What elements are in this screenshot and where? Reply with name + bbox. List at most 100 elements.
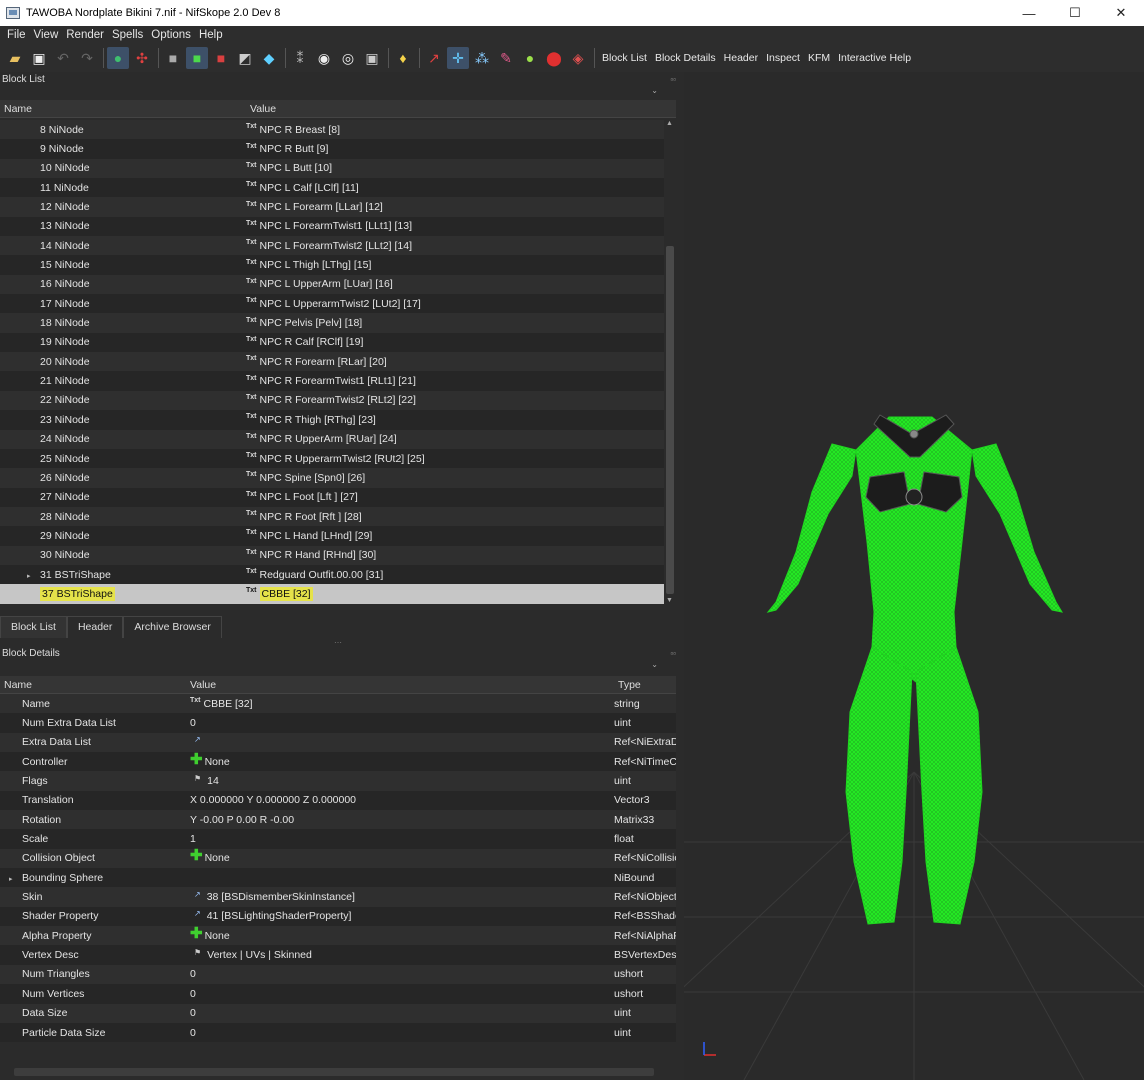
- detail-value[interactable]: 38 [BSDismemberSkinInstance]: [207, 891, 355, 903]
- detail-row[interactable]: Data Size 0 uint: [0, 1003, 676, 1023]
- close-button[interactable]: ✕: [1098, 0, 1144, 26]
- block-list-row[interactable]: 13 NiNode Txt NPC L ForearmTwist1 [LLt1] […: [0, 216, 664, 237]
- toolbar-block-list[interactable]: Block List: [598, 52, 651, 64]
- block-list-row[interactable]: 16 NiNode Txt NPC L UpperArm [LUar] [16]: [0, 274, 664, 295]
- block-list-row[interactable]: 26 NiNode Txt NPC Spine [Spn0] [26]: [0, 468, 664, 488]
- maximize-button[interactable]: ☐: [1052, 0, 1098, 26]
- detail-row[interactable]: Translation X 0.000000 Y 0.000000 Z 0.000…: [0, 790, 676, 811]
- minimize-button[interactable]: —: [1006, 0, 1052, 26]
- block-list-row[interactable]: 9 NiNode Txt NPC R Butt [9]: [0, 139, 664, 159]
- detail-value[interactable]: 1: [190, 833, 196, 845]
- detail-value[interactable]: None: [205, 852, 230, 864]
- add-link-icon[interactable]: ✚: [190, 848, 203, 863]
- block-list-row[interactable]: 12 NiNode Txt NPC L Forearm [LLar] [12]: [0, 197, 664, 217]
- block-list-row[interactable]: 14 NiNode Txt NPC L ForearmTwist2 [LLt2] […: [0, 236, 664, 256]
- block-list-row[interactable]: 11 NiNode Txt NPC L Calf [LClf] [11]: [0, 178, 664, 198]
- toolbar-inspect[interactable]: Inspect: [762, 52, 804, 64]
- detail-row[interactable]: Alpha Property ✚None Ref<NiAlphaProperty>: [0, 926, 676, 946]
- menu-help[interactable]: Help: [195, 29, 227, 41]
- tab-block-list[interactable]: Block List: [0, 616, 67, 638]
- collapse-arrow-icon[interactable]: ⌄: [0, 86, 680, 98]
- menu-options[interactable]: Options: [147, 29, 195, 41]
- detail-row[interactable]: Rotation Y -0.00 P 0.00 R -0.00 Matrix33: [0, 810, 676, 830]
- add-link-icon[interactable]: ✚: [190, 926, 203, 941]
- pin-icon[interactable]: ↗: [423, 47, 445, 69]
- block-list-row[interactable]: 10 NiNode Txt NPC L Butt [10]: [0, 158, 664, 179]
- link-icon[interactable]: ↗: [194, 890, 201, 899]
- detail-value[interactable]: 0: [190, 1027, 196, 1039]
- block-list-row[interactable]: 15 NiNode Txt NPC L Thigh [LThg] [15]: [0, 255, 664, 275]
- block-list-row[interactable]: 19 NiNode Txt NPC R Calf [RClf] [19]: [0, 332, 664, 353]
- detail-row[interactable]: Vertex Desc ⚑ Vertex | UVs | Skinned BSVert…: [0, 945, 676, 965]
- globe-icon[interactable]: ●: [107, 47, 129, 69]
- detail-value[interactable]: None: [205, 756, 230, 768]
- cube-color-icon[interactable]: ◆: [258, 47, 280, 69]
- tab-archive-browser[interactable]: Archive Browser: [123, 616, 222, 638]
- green-ball-icon[interactable]: ●: [519, 47, 541, 69]
- detail-row[interactable]: Extra Data List ↗ Ref<NiExtraDataList>: [0, 732, 676, 753]
- detail-row[interactable]: Collision Object ✚None Ref<NiCollisionObje…: [0, 848, 676, 869]
- detail-value[interactable]: 14: [207, 775, 219, 787]
- flags-icon[interactable]: ⚑: [194, 948, 201, 957]
- block-list-row[interactable]: ▸ 31 BSTriShape Txt Redguard Outfit.00.00 […: [0, 564, 664, 585]
- block-list-row[interactable]: 30 NiNode Txt NPC R Hand [RHnd] [30]: [0, 545, 664, 565]
- block-list-row[interactable]: 21 NiNode Txt NPC R ForearmTwist1 [RLt1] […: [0, 371, 664, 391]
- block-list-row[interactable]: 29 NiNode Txt NPC L Hand [LHnd] [29]: [0, 526, 664, 546]
- detail-row[interactable]: Scale 1 float: [0, 829, 676, 849]
- detail-row[interactable]: Num Vertices 0 ushort: [0, 984, 676, 1004]
- float-close-icon[interactable]: ▫▫: [670, 75, 676, 84]
- toolbar-kfm[interactable]: KFM: [804, 52, 834, 64]
- tab-header[interactable]: Header: [66, 616, 124, 638]
- cube-green-icon[interactable]: ■: [186, 47, 208, 69]
- add-link-icon[interactable]: ✚: [190, 752, 203, 767]
- nodes-icon[interactable]: ⁂: [471, 47, 493, 69]
- cube-gray-icon[interactable]: ■: [162, 47, 184, 69]
- detail-row[interactable]: Num Extra Data List 0 uint: [0, 713, 676, 733]
- scroll-up-icon[interactable]: ▲: [666, 120, 673, 127]
- column-value[interactable]: Value: [186, 679, 614, 691]
- detail-row[interactable]: Name Txt CBBE [32] string: [0, 694, 676, 714]
- block-list-row[interactable]: 25 NiNode Txt NPC R UpperarmTwist2 [RUt2] …: [0, 448, 664, 469]
- detail-value[interactable]: 0: [190, 988, 196, 1000]
- cube-red-icon[interactable]: ■: [210, 47, 232, 69]
- eye-icon[interactable]: ◉: [313, 47, 335, 69]
- spells-icon[interactable]: ✣: [131, 47, 153, 69]
- cube-split-icon[interactable]: ◩: [234, 47, 256, 69]
- detail-row[interactable]: ▸ Bounding Sphere NiBound: [0, 868, 676, 888]
- block-list-row[interactable]: 18 NiNode Txt NPC Pelvis [Pelv] [18]: [0, 313, 664, 333]
- column-name[interactable]: Name: [0, 103, 246, 115]
- redo-icon[interactable]: ↷: [76, 47, 98, 69]
- detail-row[interactable]: Flags ⚑ 14 uint: [0, 771, 676, 791]
- eye-alt-icon[interactable]: ◎: [337, 47, 359, 69]
- camera-icon[interactable]: ▣: [361, 47, 383, 69]
- flags-icon[interactable]: ⚑: [194, 774, 201, 783]
- detail-value[interactable]: X 0.000000 Y 0.000000 Z 0.000000: [190, 794, 356, 806]
- viewport-canvas[interactable]: [684, 72, 1144, 1080]
- toolbar-block-details[interactable]: Block Details: [651, 52, 720, 64]
- detail-value[interactable]: Y -0.00 P 0.00 R -0.00: [190, 814, 294, 826]
- column-type[interactable]: Type: [614, 679, 641, 691]
- axes-icon[interactable]: ✛: [447, 47, 469, 69]
- detail-value[interactable]: None: [205, 930, 230, 942]
- menu-file[interactable]: File: [3, 29, 30, 41]
- open-icon[interactable]: ▰: [4, 47, 26, 69]
- detail-row[interactable]: Num Triangles 0 ushort: [0, 964, 676, 985]
- detail-value[interactable]: Vertex | UVs | Skinned: [207, 949, 312, 961]
- block-list-row[interactable]: 27 NiNode Txt NPC L Foot [Lft ] [27]: [0, 487, 664, 507]
- menu-render[interactable]: Render: [62, 29, 108, 41]
- lightbulb-icon[interactable]: ♦: [392, 47, 414, 69]
- toolbar-interactive-help[interactable]: Interactive Help: [834, 52, 915, 64]
- block-list-scrollbar[interactable]: ▲ ▼: [664, 120, 676, 604]
- toolbar-header[interactable]: Header: [720, 52, 762, 64]
- menu-view[interactable]: View: [30, 29, 63, 41]
- detail-value[interactable]: 0: [190, 968, 196, 980]
- horizontal-scrollbar[interactable]: [0, 1066, 680, 1078]
- block-list-row[interactable]: 22 NiNode Txt NPC R ForearmTwist2 [RLt2] […: [0, 390, 664, 411]
- render-viewport[interactable]: [684, 72, 1144, 1080]
- block-list-row[interactable]: 20 NiNode Txt NPC R Forearm [RLar] [20]: [0, 352, 664, 372]
- column-name[interactable]: Name: [0, 679, 186, 691]
- footprints-icon[interactable]: ⁑: [289, 47, 311, 69]
- detail-row[interactable]: Particle Data Size 0 uint: [0, 1022, 676, 1043]
- scroll-down-icon[interactable]: ▼: [666, 597, 673, 604]
- detail-row[interactable]: Shader Property ↗ 41 [BSLightingShaderProp…: [0, 906, 676, 927]
